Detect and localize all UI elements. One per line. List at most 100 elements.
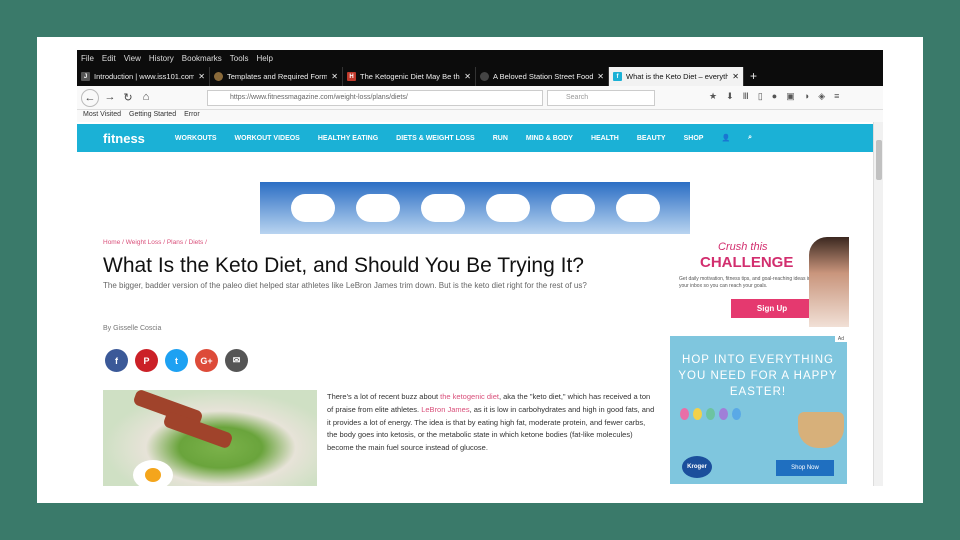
tab-2[interactable]: Templates and Required Forms ✕: [210, 67, 343, 86]
cloud-graphic: [355, 194, 400, 222]
scrollbar-thumb[interactable]: [876, 140, 882, 180]
nav-diets-weight-loss[interactable]: DIETS & WEIGHT LOSS: [396, 135, 475, 142]
nav-shop[interactable]: SHOP: [684, 135, 704, 142]
cloud-graphic: [485, 194, 530, 222]
tab-5-active[interactable]: f What is the Keto Diet – everyth ✕: [609, 67, 744, 86]
cloud-graphic: [290, 194, 335, 222]
tab-4[interactable]: A Beloved Station Street Food ✕: [476, 67, 609, 86]
browser-window: File Edit View History Bookmarks Tools H…: [77, 50, 883, 486]
nav-healthy-eating[interactable]: HEALTHY EATING: [318, 135, 378, 142]
article-photo: [103, 390, 317, 486]
close-icon[interactable]: ✕: [732, 72, 739, 81]
url-bar[interactable]: https://www.fitnessmagazine.com/weight-l…: [207, 90, 543, 106]
bookmark-star-icon[interactable]: ★: [709, 91, 717, 102]
reload-button[interactable]: ↻: [121, 91, 135, 104]
shield-icon[interactable]: ◈: [818, 91, 825, 102]
facebook-share-button[interactable]: f: [105, 349, 128, 372]
ad-headline: HOP INTO EVERYTHING YOU NEED FOR A HAPPY…: [678, 354, 838, 398]
extension-icon[interactable]: ●: [772, 91, 777, 102]
menu-tools[interactable]: Tools: [230, 54, 249, 63]
tab-3[interactable]: H The Ketogenic Diet May Be the ✕: [343, 67, 476, 86]
hamburger-menu-icon[interactable]: ≡: [834, 91, 839, 102]
site-logo[interactable]: fitness: [103, 131, 145, 146]
nav-workouts[interactable]: WORKOUTS: [175, 135, 217, 142]
tab-favicon: f: [613, 72, 622, 81]
tab-favicon: J: [81, 72, 90, 81]
promo-crush-text: Crush this: [718, 241, 768, 253]
search-icon[interactable]: ⌕: [748, 134, 752, 142]
menu-file[interactable]: File: [81, 54, 94, 63]
top-ad-banner[interactable]: [260, 182, 690, 234]
nav-mind-body[interactable]: MIND & BODY: [526, 135, 573, 142]
close-icon[interactable]: ✕: [597, 72, 604, 81]
kroger-logo[interactable]: Kroger: [682, 456, 712, 478]
promo-model-image: [809, 237, 849, 327]
close-icon[interactable]: ✕: [464, 72, 471, 81]
article-body: There's a lot of recent buzz about the k…: [327, 391, 657, 455]
download-icon[interactable]: ⬇: [726, 91, 734, 102]
nav-run[interactable]: RUN: [493, 135, 508, 142]
promo-description: Get daily motivation, fitness tips, and …: [679, 276, 811, 289]
close-icon[interactable]: ✕: [198, 72, 205, 81]
tab-title: The Ketogenic Diet May Be the: [360, 72, 461, 81]
menu-bar: File Edit View History Bookmarks Tools H…: [77, 50, 883, 67]
googleplus-share-button[interactable]: G+: [195, 349, 218, 372]
cloud-graphic: [615, 194, 660, 222]
search-bar[interactable]: Search: [547, 90, 655, 106]
egg-graphic: [133, 460, 173, 486]
forward-button[interactable]: →: [103, 91, 117, 103]
basket-graphic: [798, 412, 844, 448]
nav-workout-videos[interactable]: WORKOUT VIDEOS: [235, 135, 300, 142]
tab-bar: J Introduction | www.iss101.com ✕ Templa…: [77, 67, 883, 86]
tab-title: Introduction | www.iss101.com: [94, 72, 195, 81]
back-button[interactable]: ←: [81, 89, 99, 107]
menu-help[interactable]: Help: [256, 54, 272, 63]
menu-view[interactable]: View: [124, 54, 141, 63]
bookmarks-bar: Most Visited Getting Started Error: [77, 110, 883, 122]
nav-beauty[interactable]: BEAUTY: [637, 135, 666, 142]
easter-eggs-graphic: [680, 408, 741, 420]
bookmark-most-visited[interactable]: Most Visited: [83, 111, 121, 121]
cloud-graphic: [420, 194, 465, 222]
site-navigation: fitness WORKOUTS WORKOUT VIDEOS HEALTHY …: [77, 124, 873, 152]
bookmark-getting-started[interactable]: Getting Started: [129, 111, 176, 121]
pinterest-share-button[interactable]: P: [135, 349, 158, 372]
new-tab-button[interactable]: +: [744, 67, 763, 86]
breadcrumb[interactable]: Home / Weight Loss / Plans / Diets /: [103, 239, 207, 246]
close-icon[interactable]: ✕: [331, 72, 338, 81]
share-buttons: f P t G+ ✉: [105, 349, 248, 372]
article-text: There's a lot of recent buzz about: [327, 392, 441, 401]
easter-ad[interactable]: Ad HOP INTO EVERYTHING YOU NEED FOR A HA…: [670, 336, 847, 484]
newsletter-promo: Crush this CHALLENGE Get daily motivatio…: [673, 237, 849, 327]
user-icon[interactable]: 👤: [721, 134, 730, 142]
web-page: fitness WORKOUTS WORKOUT VIDEOS HEALTHY …: [77, 122, 883, 486]
tab-title: A Beloved Station Street Food: [493, 72, 594, 81]
ad-badge: Ad: [834, 336, 847, 342]
shop-now-button[interactable]: Shop Now: [776, 460, 834, 476]
sidebar-icon[interactable]: ▯: [758, 91, 763, 102]
ketogenic-diet-link[interactable]: the ketogenic diet: [440, 392, 499, 401]
tab-favicon: [480, 72, 489, 81]
menu-bookmarks[interactable]: Bookmarks: [182, 54, 222, 63]
toolbar-icons: ★ ⬇ Ⅲ ▯ ● ▣ ◑ ◈ ≡: [709, 91, 839, 102]
tab-title: What is the Keto Diet – everyth: [626, 72, 729, 81]
lebron-james-link[interactable]: LeBron James: [421, 405, 469, 414]
extension-icon[interactable]: ▣: [786, 91, 795, 102]
page-scrollbar[interactable]: [873, 122, 883, 486]
menu-edit[interactable]: Edit: [102, 54, 116, 63]
navigation-toolbar: ← → ↻ ⌂ https://www.fitnessmagazine.com/…: [77, 86, 883, 110]
signup-button[interactable]: Sign Up: [731, 299, 813, 318]
email-share-button[interactable]: ✉: [225, 349, 248, 372]
search-placeholder: Search: [566, 94, 589, 101]
tab-1[interactable]: J Introduction | www.iss101.com ✕: [77, 67, 210, 86]
library-icon[interactable]: Ⅲ: [743, 91, 749, 102]
article-title: What Is the Keto Diet, and Should You Be…: [103, 254, 584, 277]
bookmark-error[interactable]: Error: [184, 111, 200, 121]
promo-challenge-text: CHALLENGE: [700, 254, 794, 271]
extension-icon[interactable]: ◑: [804, 91, 809, 102]
twitter-share-button[interactable]: t: [165, 349, 188, 372]
home-button[interactable]: ⌂: [139, 91, 153, 103]
tab-title: Templates and Required Forms: [227, 72, 328, 81]
nav-health[interactable]: HEALTH: [591, 135, 619, 142]
menu-history[interactable]: History: [149, 54, 174, 63]
